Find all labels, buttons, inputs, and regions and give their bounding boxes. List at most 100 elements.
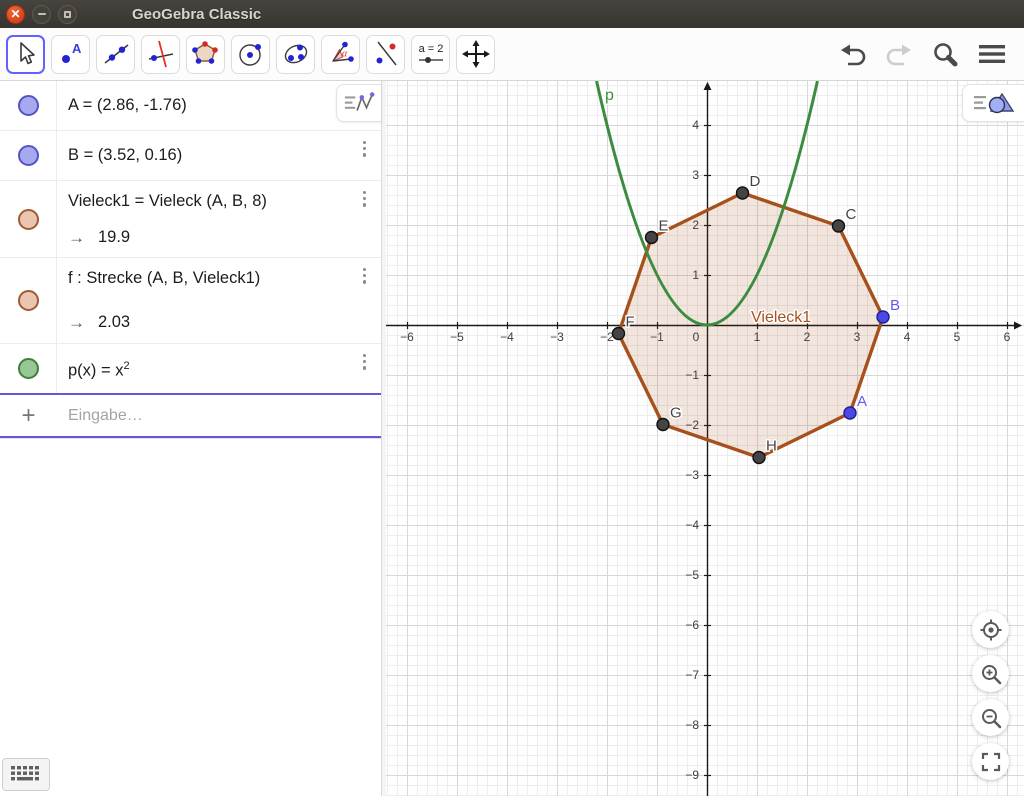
svg-text:−3: −3 xyxy=(685,468,699,482)
curve-label-p: p xyxy=(605,87,614,104)
algebra-entry-B[interactable]: B = (3.52, 0.16) xyxy=(68,145,371,166)
add-entry-button[interactable]: + xyxy=(0,404,57,428)
algebra-entry-A[interactable]: A = (2.86, -1.76) xyxy=(68,95,371,116)
tool-conic-through-points[interactable] xyxy=(276,35,315,74)
keyboard-toggle-button[interactable] xyxy=(2,758,50,791)
tool-group: A xyxy=(6,35,495,74)
visibility-toggle-B[interactable] xyxy=(18,145,39,166)
tool-reflect-about-line[interactable] xyxy=(366,35,405,74)
point-H[interactable] xyxy=(753,452,765,464)
svg-text:−3: −3 xyxy=(550,330,564,344)
point-icon: A xyxy=(56,39,86,69)
search-button[interactable] xyxy=(928,37,962,71)
svg-text:6: 6 xyxy=(1004,330,1011,344)
perpendicular-line-icon xyxy=(146,39,176,69)
svg-text:−7: −7 xyxy=(685,668,699,682)
point-label-H: H xyxy=(766,438,777,455)
graphics-style-button[interactable] xyxy=(962,84,1024,122)
ellipse-icon xyxy=(281,39,311,69)
keyboard-icon xyxy=(10,765,42,785)
svg-text:4: 4 xyxy=(692,118,699,132)
maximize-icon xyxy=(64,11,71,18)
point-C[interactable] xyxy=(833,220,845,232)
svg-text:5: 5 xyxy=(954,330,961,344)
graphics-canvas[interactable]: −6−5−4−3−2−101234564321−1−2−3−4−5−6−7−8−… xyxy=(386,81,1024,796)
close-button[interactable]: ✕ xyxy=(6,5,25,24)
algebra-input[interactable] xyxy=(57,407,381,425)
reflect-icon xyxy=(371,39,401,69)
tool-angle[interactable]: α xyxy=(321,35,360,74)
redo-icon xyxy=(884,40,914,68)
algebra-entry-f[interactable]: f : Strecke (A, B, Vieleck1) xyxy=(68,268,371,289)
main-area: A = (2.86, -1.76) B = (3.52, 0.16) Viele… xyxy=(0,81,1024,796)
algebra-entry-Vieleck1[interactable]: Vieleck1 = Vieleck (A, B, 8) xyxy=(68,191,371,212)
algebra-entry-p[interactable]: p(x) = x2 xyxy=(68,356,371,382)
graphics-style-icon xyxy=(972,90,1016,116)
menu-button[interactable] xyxy=(974,38,1010,70)
fullscreen-button[interactable] xyxy=(972,743,1009,780)
point-label-C: C xyxy=(846,206,857,223)
point-label-D: D xyxy=(750,173,761,190)
row-menu-B[interactable] xyxy=(360,138,369,160)
output-arrow: → xyxy=(68,312,85,333)
point-label-A: A xyxy=(857,393,867,410)
svg-text:−4: −4 xyxy=(500,330,514,344)
tool-polygon[interactable] xyxy=(186,35,225,74)
minimize-button[interactable] xyxy=(32,5,51,24)
algebra-value-f: 2.03 xyxy=(98,312,130,333)
algebra-row-f: f : Strecke (A, B, Vieleck1) → 2.03 xyxy=(0,258,381,344)
point-B[interactable] xyxy=(877,311,889,323)
visibility-toggle-p[interactable] xyxy=(18,358,39,379)
point-D[interactable] xyxy=(737,187,749,199)
tool-slider[interactable]: a = 2 xyxy=(411,35,450,74)
toolbar: A xyxy=(0,28,1024,81)
visibility-toggle-A[interactable] xyxy=(18,95,39,116)
tool-circle-center-point[interactable] xyxy=(231,35,270,74)
zoom-out-icon xyxy=(979,706,1003,730)
point-G[interactable] xyxy=(657,419,669,431)
svg-text:−8: −8 xyxy=(685,718,699,732)
point-E[interactable] xyxy=(646,232,658,244)
algebra-input-row: + xyxy=(0,393,381,438)
tool-move[interactable] xyxy=(6,35,45,74)
svg-text:−9: −9 xyxy=(685,768,699,782)
point-label-F: F xyxy=(626,314,635,331)
visibility-toggle-f[interactable] xyxy=(18,290,39,311)
row-menu-p[interactable] xyxy=(360,351,369,373)
home-target-icon xyxy=(979,618,1003,642)
algebra-row-Vieleck1: Vieleck1 = Vieleck (A, B, 8) → 19.9 xyxy=(0,181,381,258)
algebra-row-A: A = (2.86, -1.76) xyxy=(0,81,381,131)
maximize-button[interactable] xyxy=(58,5,77,24)
point-F[interactable] xyxy=(613,328,625,340)
point-A[interactable] xyxy=(844,407,856,419)
fullscreen-icon xyxy=(980,751,1002,773)
svg-text:a = 2: a = 2 xyxy=(418,43,443,55)
zoom-in-button[interactable] xyxy=(972,655,1009,692)
window-title: GeoGebra Classic xyxy=(132,6,261,23)
redo-button[interactable] xyxy=(882,38,916,70)
angle-icon: α xyxy=(326,39,356,69)
undo-button[interactable] xyxy=(836,38,870,70)
tool-line[interactable] xyxy=(96,35,135,74)
svg-text:α: α xyxy=(342,49,348,60)
algebra-row-B: B = (3.52, 0.16) xyxy=(0,131,381,181)
tool-point[interactable]: A xyxy=(51,35,90,74)
cursor-icon xyxy=(11,39,41,69)
tool-perpendicular-line[interactable] xyxy=(141,35,180,74)
row-menu-Vieleck1[interactable] xyxy=(360,188,369,210)
point-label-E: E xyxy=(659,218,669,235)
point-label-G: G xyxy=(670,405,682,422)
zoom-out-button[interactable] xyxy=(972,699,1009,736)
row-menu-f[interactable] xyxy=(360,265,369,287)
algebra-style-button[interactable] xyxy=(336,84,381,122)
circle-icon xyxy=(236,39,266,69)
point-label-B: B xyxy=(890,297,900,314)
titlebar: ✕ GeoGebra Classic xyxy=(0,0,1024,28)
search-icon xyxy=(930,39,960,69)
tool-move-graphics-view[interactable] xyxy=(456,35,495,74)
visibility-toggle-Vieleck1[interactable] xyxy=(18,209,39,230)
svg-text:−6: −6 xyxy=(400,330,414,344)
standard-view-button[interactable] xyxy=(972,611,1009,648)
svg-text:−5: −5 xyxy=(450,330,464,344)
minimize-icon xyxy=(38,13,46,15)
